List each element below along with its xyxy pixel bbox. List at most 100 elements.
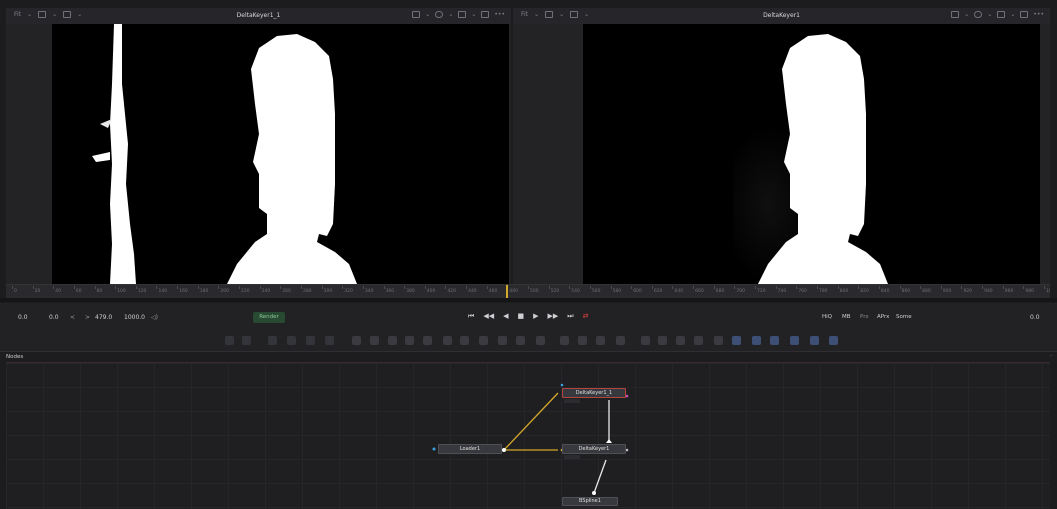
stop-icon[interactable]: ■	[517, 312, 524, 321]
ruler-tick-label: 900	[942, 289, 952, 294]
frame-icon[interactable]	[481, 11, 490, 18]
color-corrector-tool-icon[interactable]	[388, 336, 397, 345]
polygon-tool-icon[interactable]	[596, 336, 605, 345]
color-icon[interactable]	[974, 11, 983, 18]
prx-button[interactable]: Prx	[858, 313, 871, 322]
ruler-tick	[486, 286, 488, 289]
playhead[interactable]	[506, 285, 509, 299]
merge-tool-icon[interactable]	[287, 336, 296, 345]
delta-keyer-tool-icon[interactable]	[694, 336, 703, 345]
right-viewer[interactable]	[513, 24, 1050, 284]
render-button[interactable]: Render	[253, 312, 285, 323]
renderer-tool-icon[interactable]	[752, 336, 761, 345]
ruler-tick-label: 480	[509, 289, 518, 294]
current-time-field[interactable]: 479.0	[95, 312, 112, 323]
left-viewer[interactable]	[6, 24, 511, 284]
ruler-tick	[651, 286, 653, 289]
go-to-end-icon[interactable]: ⏭	[567, 312, 573, 321]
paint-tool-icon[interactable]	[242, 336, 251, 345]
ruler-tick	[1002, 286, 1004, 289]
light-tool-icon[interactable]	[790, 336, 799, 345]
global-end-field[interactable]: 1000.0	[124, 312, 145, 323]
ruler-tick-label: 560	[591, 289, 601, 294]
audio-icon[interactable]: ◁)	[151, 312, 158, 323]
ruler-tick-label: 340	[364, 289, 374, 294]
mask-tool-icon[interactable]	[306, 336, 315, 345]
left-matte-image	[92, 24, 357, 284]
resize-tool-icon[interactable]	[479, 336, 488, 345]
mb-button[interactable]: MB	[840, 313, 853, 322]
shape3d-tool-icon[interactable]	[536, 336, 545, 345]
more-icon[interactable]: •••	[494, 11, 505, 18]
ruler-tick	[693, 286, 695, 289]
go-to-start-icon[interactable]: ⏮	[468, 312, 474, 321]
chevron-down-icon[interactable]: ⌄	[448, 11, 453, 18]
merge3d-tool-icon[interactable]	[516, 336, 525, 345]
fx-tool-icon[interactable]	[829, 336, 838, 345]
camera3d-tool-icon[interactable]	[770, 336, 779, 345]
keyer-tool-icon[interactable]	[676, 336, 685, 345]
node-editor[interactable]: DeltaKeyer1_1 Loader1 DeltaKeyer1 BSplin…	[6, 362, 1050, 509]
lut-icon[interactable]	[997, 11, 1006, 18]
step-back-icon[interactable]: ◀	[503, 312, 508, 321]
ruler-tick	[239, 286, 241, 289]
fast-forward-icon[interactable]: ▶▶	[548, 312, 559, 321]
background-tool-icon[interactable]	[225, 336, 234, 345]
bspline-tool-icon[interactable]	[560, 336, 569, 345]
planar-tool-icon[interactable]	[658, 336, 667, 345]
nodes-panel-header: Nodes ··	[0, 351, 1057, 362]
node-loader1[interactable]: Loader1	[438, 444, 502, 454]
chevron-down-icon[interactable]: ⌄	[425, 11, 430, 18]
roi-icon[interactable]	[951, 11, 960, 18]
ultra-keyer-tool-icon[interactable]	[714, 336, 723, 345]
text-tool-icon[interactable]	[268, 336, 277, 345]
hiq-button[interactable]: HiQ	[820, 313, 834, 322]
chevron-left-icon[interactable]: <	[70, 312, 75, 323]
play-icon[interactable]: ▶	[533, 312, 538, 321]
rewind-icon[interactable]: ◀◀	[483, 312, 494, 321]
node-deltakeyer1[interactable]: DeltaKeyer1	[562, 444, 626, 454]
ruler-tick	[94, 286, 96, 289]
frame-icon[interactable]	[1020, 11, 1029, 18]
loader-tool-icon[interactable]	[443, 336, 452, 345]
loop-icon[interactable]: ⇄	[583, 312, 589, 321]
ruler-tick-label: 780	[818, 289, 828, 294]
chevron-right-icon[interactable]: >	[85, 312, 90, 323]
chevron-down-icon[interactable]: ⌄	[964, 11, 969, 18]
timeline-ruler[interactable]: 0 20 40 60 80 100 120 140 160 180 200 220 240 260 280 3…	[6, 284, 1050, 299]
saver-tool-icon[interactable]	[460, 336, 469, 345]
more-icon[interactable]: ··	[1050, 353, 1054, 359]
ellipse-tool-icon[interactable]	[578, 336, 587, 345]
chevron-down-icon[interactable]: ⌄	[1010, 11, 1015, 18]
some-button[interactable]: Some	[894, 313, 914, 322]
channel-boolean-tool-icon[interactable]	[423, 336, 432, 345]
ruler-tick	[12, 286, 13, 289]
transform-tool-icon[interactable]	[352, 336, 361, 345]
render-start-field[interactable]: 0.0	[49, 312, 59, 323]
ruler-tick	[466, 286, 468, 289]
rectangle-tool-icon[interactable]	[616, 336, 625, 345]
roi-icon[interactable]	[412, 11, 421, 18]
lut-icon[interactable]	[458, 11, 467, 18]
more-icon[interactable]: •••	[1033, 11, 1044, 18]
image-plane-tool-icon[interactable]	[810, 336, 819, 345]
right-value-field[interactable]: 0.0	[1030, 312, 1040, 323]
panel-divider[interactable]	[0, 298, 1057, 302]
chevron-down-icon[interactable]: ⌄	[987, 11, 992, 18]
ruler-tick	[342, 286, 344, 289]
color-icon[interactable]	[435, 11, 444, 18]
brush-tool-icon[interactable]	[325, 336, 334, 345]
global-start-field[interactable]: 0.0	[18, 312, 28, 323]
particle-tool-icon[interactable]	[732, 336, 741, 345]
aprx-button[interactable]: APrx	[875, 313, 891, 322]
tracker-tool-icon[interactable]	[641, 336, 650, 345]
node-deltakeyer1-1[interactable]: DeltaKeyer1_1	[562, 388, 626, 398]
crop-tool-icon[interactable]	[498, 336, 507, 345]
ruler-tick	[73, 286, 75, 289]
chevron-down-icon[interactable]: ⌄	[471, 11, 476, 18]
brightness-tool-icon[interactable]	[405, 336, 414, 345]
blur-tool-icon[interactable]	[370, 336, 379, 345]
node-preview-indicator	[564, 399, 580, 403]
node-bspline1[interactable]: BSpline1	[562, 497, 618, 506]
node-links	[432, 383, 629, 495]
